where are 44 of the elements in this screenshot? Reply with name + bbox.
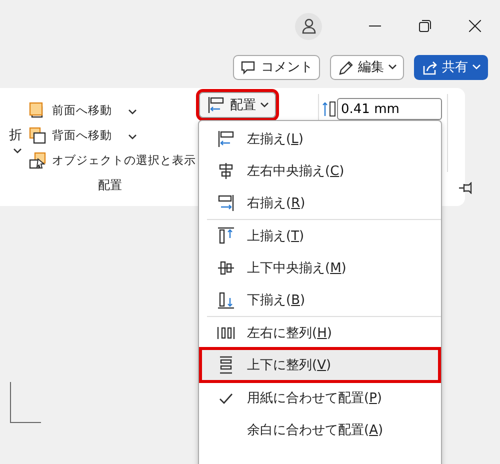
arrange-button[interactable]: オブジェクトの選択と表示 (28, 148, 196, 173)
close-icon (469, 20, 481, 32)
ribbon-label: 折 (9, 127, 22, 144)
comment-icon (240, 58, 257, 76)
menu-item[interactable]: 上揃え(T) (201, 220, 439, 252)
chevron-down-icon (260, 102, 269, 108)
share-icon (421, 58, 438, 76)
spacing-field[interactable]: 0.41 mm (337, 98, 442, 120)
menu-item[interactable]: 右揃え(R) (201, 187, 439, 219)
group-label: 配置 (98, 177, 122, 194)
menu-item[interactable]: 左右に整列(H) (201, 317, 439, 349)
minimize-icon (369, 25, 381, 27)
menu-item[interactable]: 上下に整列(V) (201, 349, 439, 381)
chevron-down-icon (128, 134, 137, 140)
account-button[interactable] (295, 12, 322, 40)
align-icon (216, 226, 236, 246)
align-button[interactable]: 配置 (199, 92, 276, 118)
share-button[interactable]: 共有 (414, 54, 488, 80)
chevron-down-icon (472, 64, 481, 70)
chevron-down-icon (13, 148, 22, 154)
comment-button[interactable]: コメント (233, 54, 320, 80)
menu-item[interactable]: 左揃え(L) (201, 123, 439, 155)
check-icon (219, 392, 233, 404)
chevron-down-icon (128, 108, 137, 114)
align-icon (216, 193, 236, 213)
chevron-down-icon (388, 64, 397, 70)
align-icon (206, 95, 226, 115)
arrange-button[interactable]: 前面へ移動 (28, 98, 137, 123)
spacing-icon (322, 100, 336, 118)
edit-button[interactable]: 編集 (330, 54, 404, 80)
layer-icon (28, 126, 48, 146)
align-icon (216, 129, 236, 149)
menu-item[interactable]: 下揃え(B) (201, 284, 439, 316)
menu-item[interactable]: 用紙に合わせて配置(P) (201, 382, 439, 414)
page-corner-mark (10, 382, 41, 423)
arrange-button[interactable]: 背面へ移動 (28, 123, 137, 148)
align-icon (216, 290, 236, 310)
restore-icon (419, 20, 431, 32)
pencil-icon (337, 58, 354, 76)
menu-item[interactable]: 上下中央揃え(M) (201, 252, 439, 284)
menu-item[interactable]: 余白に合わせて配置(A) (201, 414, 439, 446)
menu-item[interactable]: 左右中央揃え(C) (201, 155, 439, 187)
layer-icon (28, 150, 48, 170)
person-icon (302, 18, 316, 34)
